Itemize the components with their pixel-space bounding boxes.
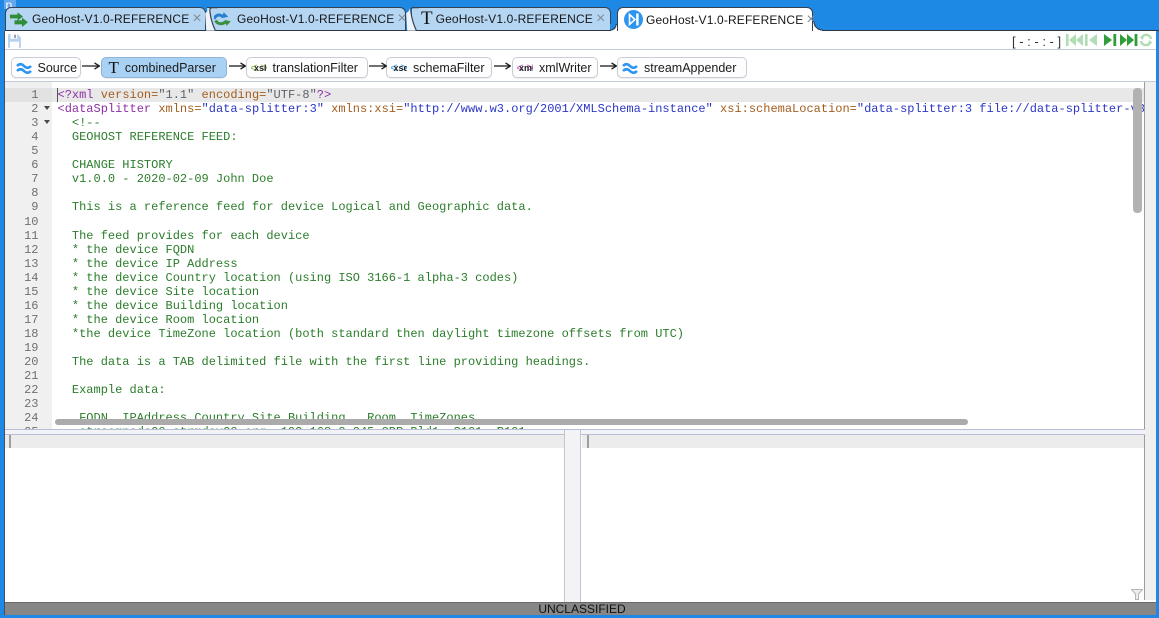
svg-text:xsl: xsl [254,63,267,73]
svg-text:xsd: xsd [394,63,408,73]
svg-text:xml: xml [519,63,533,73]
